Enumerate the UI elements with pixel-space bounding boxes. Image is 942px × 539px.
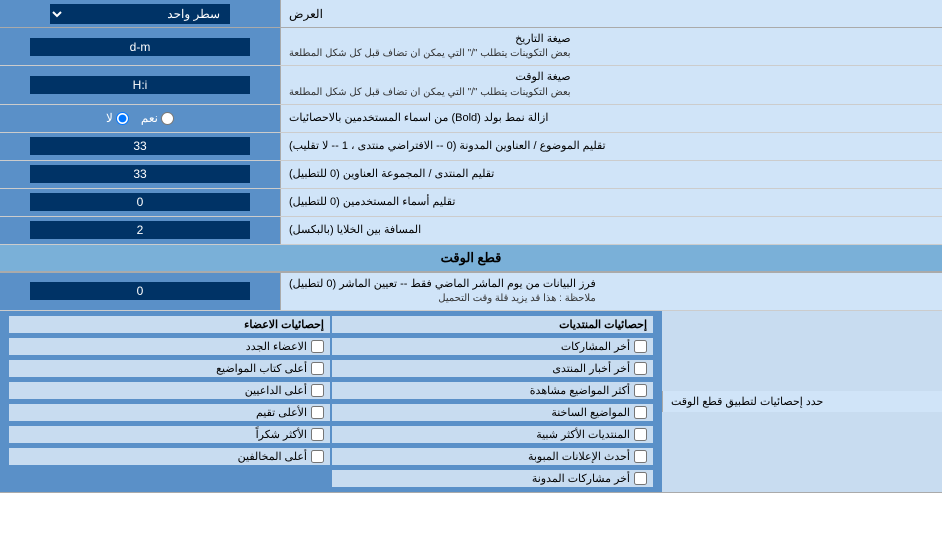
cutoff-value-input[interactable] [30, 282, 250, 300]
cutoff-value-row: فرز البيانات من يوم الماشر الماضي فقط --… [0, 273, 942, 311]
user-names-input-cell [0, 189, 280, 216]
checkbox-aala-daeen-input[interactable] [311, 384, 324, 397]
checkbox-akhar-mudarana: أخر مشاركات المدونة [332, 470, 653, 487]
forum-sorting-label: تقليم المنتدى / المجموعة العناوين (0 للت… [280, 161, 942, 188]
forum-sorting-row: تقليم المنتدى / المجموعة العناوين (0 للت… [0, 161, 942, 189]
checkbox-aala-kutab-input[interactable] [311, 362, 324, 375]
cutoff-value-label: فرز البيانات من يوم الماشر الماضي فقط --… [280, 273, 942, 310]
checkbox-akthar-shukran-input[interactable] [311, 428, 324, 441]
checkbox-montadayat-akthar: المنتديات الأكثر شبية [332, 426, 653, 443]
bold-no-label[interactable]: لا [106, 111, 129, 125]
checkbox-aadaa-jodod: الاعضاء الجدد [9, 338, 330, 355]
time-format-row: صيغة الوقت بعض التكوينات يتطلب "/" التي … [0, 66, 942, 104]
checkbox-grid: إحصائيات المنتديات أخر المشاركات أخر أخب… [8, 315, 654, 488]
checkbox-aala-kutab: أعلى كتاب المواضيع [9, 360, 330, 377]
checkbox-akhar-mudarana-input[interactable] [634, 472, 647, 485]
display-select-cell: سطر واحد [0, 0, 280, 27]
bold-no-radio[interactable] [116, 112, 129, 125]
checkbox-col-forums: إحصائيات المنتديات أخر المشاركات أخر أخب… [331, 315, 654, 488]
checkbox-akhar-musharkaat: أخر المشاركات [332, 338, 653, 355]
date-format-input-cell [0, 28, 280, 65]
time-format-input-cell [0, 66, 280, 103]
topic-sorting-label: تقليم الموضوع / العناوين المدونة (0 -- ا… [280, 133, 942, 160]
forum-sorting-input-cell [0, 161, 280, 188]
checkbox-aala-mukhalifeen-input[interactable] [311, 450, 324, 463]
checkbox-akthar-mawadee-input[interactable] [634, 384, 647, 397]
date-format-row: صيغة التاريخ بعض التكوينات يتطلب "/" الت… [0, 28, 942, 66]
col2-title: إحصائيات الاعضاء [9, 316, 330, 333]
time-format-input[interactable] [30, 76, 250, 94]
checkbox-akhar-musharkaat-input[interactable] [634, 340, 647, 353]
cutoff-value-input-cell [0, 273, 280, 310]
cell-spacing-row: المسافة بين الخلايا (بالبكسل) [0, 217, 942, 245]
user-names-row: تقليم أسماء المستخدمين (0 للتطبيل) [0, 189, 942, 217]
cell-spacing-input[interactable] [30, 221, 250, 239]
stats-apply-label: حدد إحصائيات لتطبيق قطع الوقت [662, 391, 942, 412]
display-label: العرض [280, 0, 942, 27]
checkbox-mawadee-sakhena: المواضيع الساخنة [332, 404, 653, 421]
forum-sorting-input[interactable] [30, 165, 250, 183]
cutoff-section-title: قطع الوقت [0, 245, 942, 272]
main-container: العرض سطر واحد صيغة التاريخ بعض التكوينا… [0, 0, 942, 493]
date-format-input[interactable] [30, 38, 250, 56]
col1-title: إحصائيات المنتديات [332, 316, 653, 333]
checkbox-ahdath-ilanat-input[interactable] [634, 450, 647, 463]
user-names-label: تقليم أسماء المستخدمين (0 للتطبيل) [280, 189, 942, 216]
topic-sorting-row: تقليم الموضوع / العناوين المدونة (0 -- ا… [0, 133, 942, 161]
display-select[interactable]: سطر واحد [50, 4, 230, 24]
checkbox-col-members: إحصائيات الاعضاء الاعضاء الجدد أعلى كتاب… [8, 315, 331, 488]
checkbox-akhar-akhbar-input[interactable] [634, 362, 647, 375]
checkbox-akthar-shukran: الأكثر شكراً [9, 426, 330, 443]
bold-radio-cell: نعم لا [0, 105, 280, 132]
checkboxes-row: حدد إحصائيات لتطبيق قطع الوقت إحصائيات ا… [0, 311, 942, 493]
checkbox-aala-daeen: أعلى الداعيين [9, 382, 330, 399]
checkbox-akhar-akhbar: أخر أخبار المنتدى [332, 360, 653, 377]
display-row: العرض سطر واحد [0, 0, 942, 28]
checkbox-aala-mukhalifeen: أعلى المخالفين [9, 448, 330, 465]
bold-label: ازالة نمط بولد (Bold) من اسماء المستخدمي… [280, 105, 942, 132]
cutoff-section-header-row: قطع الوقت [0, 245, 942, 273]
checkbox-akthar-mawadee: أكثر المواضيع مشاهدة [332, 382, 653, 399]
checkboxes-content: إحصائيات المنتديات أخر المشاركات أخر أخب… [0, 311, 662, 492]
cell-spacing-input-cell [0, 217, 280, 244]
bold-row: ازالة نمط بولد (Bold) من اسماء المستخدمي… [0, 105, 942, 133]
topic-sorting-input-cell [0, 133, 280, 160]
date-format-label: صيغة التاريخ بعض التكوينات يتطلب "/" الت… [280, 28, 942, 65]
time-format-label: صيغة الوقت بعض التكوينات يتطلب "/" التي … [280, 66, 942, 103]
checkbox-mawadee-sakhena-input[interactable] [634, 406, 647, 419]
topic-sorting-input[interactable] [30, 137, 250, 155]
checkbox-aala-taqeem-input[interactable] [311, 406, 324, 419]
user-names-input[interactable] [30, 193, 250, 211]
checkbox-aadaa-jodod-input[interactable] [311, 340, 324, 353]
checkbox-montadayat-akthar-input[interactable] [634, 428, 647, 441]
checkbox-aala-taqeem: الأعلى تقيم [9, 404, 330, 421]
cell-spacing-label: المسافة بين الخلايا (بالبكسل) [280, 217, 942, 244]
checkbox-ahdath-ilanat: أحدث الإعلانات المبوبة [332, 448, 653, 465]
bold-yes-label[interactable]: نعم [141, 111, 174, 125]
bold-yes-radio[interactable] [161, 112, 174, 125]
